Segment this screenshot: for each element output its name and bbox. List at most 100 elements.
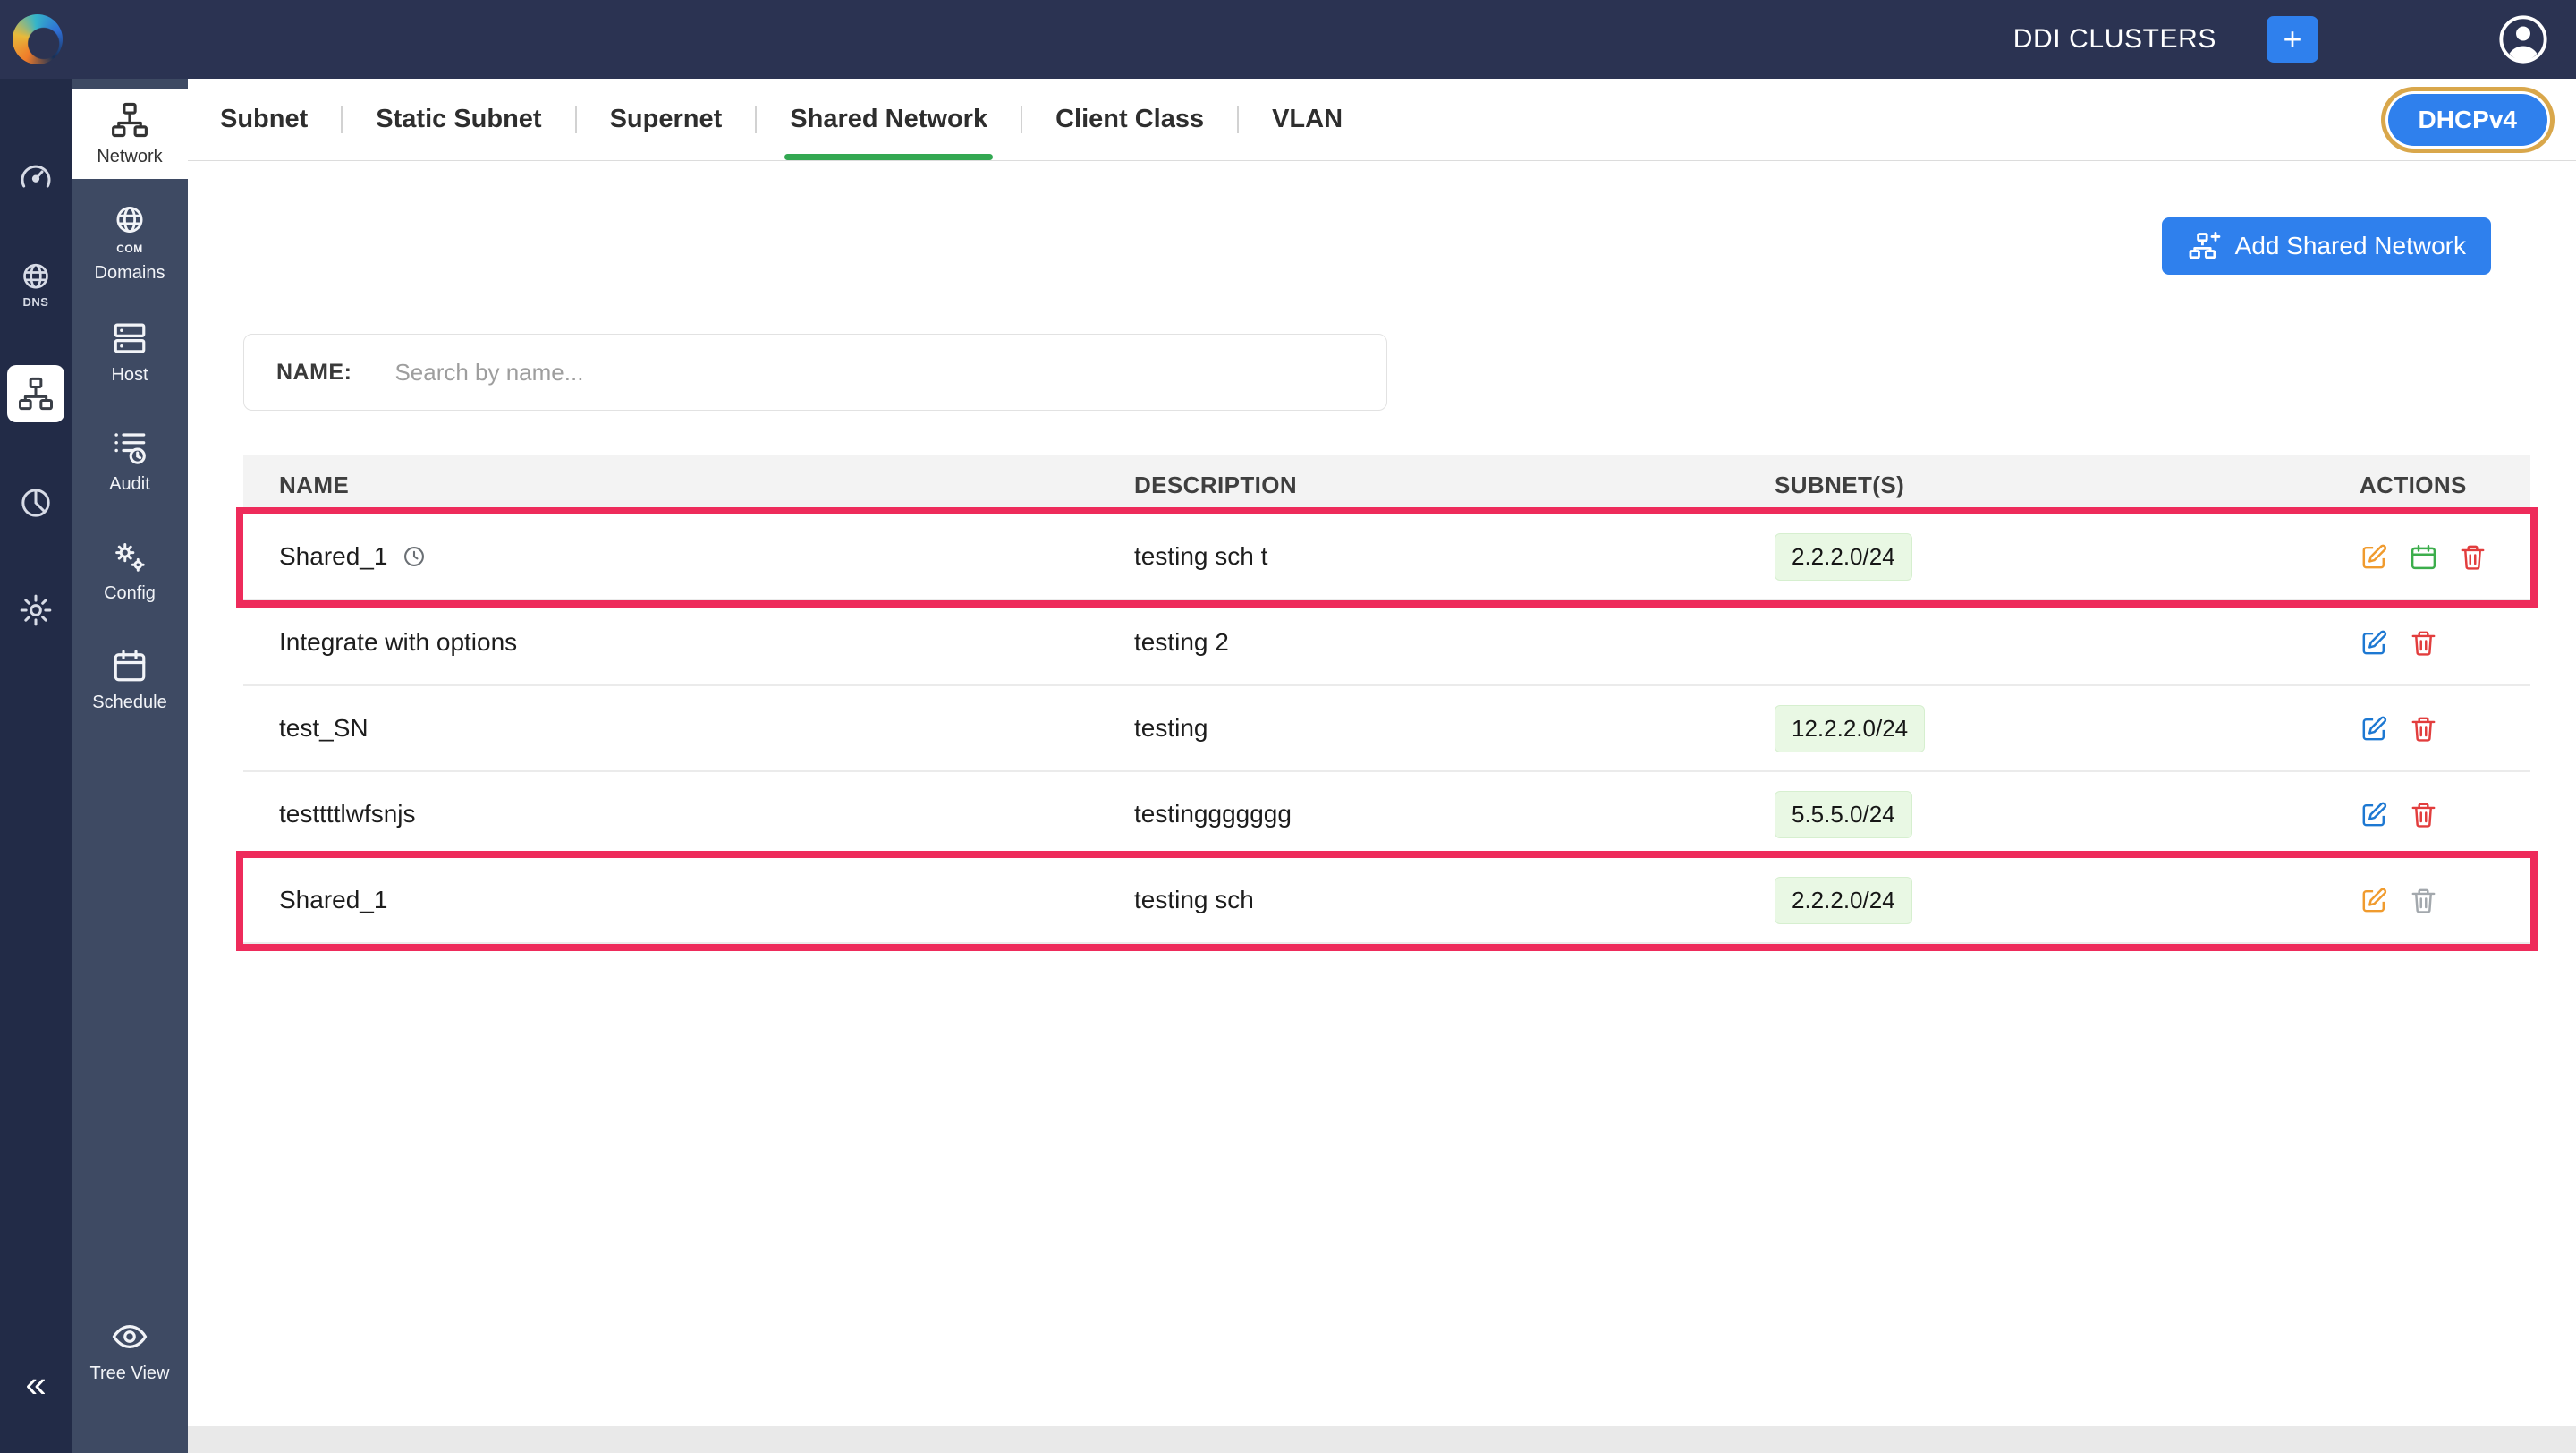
table-row[interactable]: Shared_1 testing sch 2.2.2.0/24 (243, 858, 2530, 944)
tab-divider (755, 106, 757, 133)
delete-icon[interactable] (2458, 542, 2487, 572)
add-shared-network-button[interactable]: Add Shared Network (2162, 217, 2491, 275)
name-filter-label: NAME: (276, 360, 352, 386)
admin-settings-icon[interactable] (9, 583, 63, 637)
add-shared-network-label: Add Shared Network (2235, 232, 2466, 260)
tab-subnet[interactable]: Subnet (220, 79, 308, 160)
header-name[interactable]: NAME (243, 472, 1134, 499)
calendar-icon[interactable] (2409, 542, 2438, 572)
tab-label: Subnet (220, 105, 308, 134)
tab-client-class[interactable]: Client Class (1055, 79, 1204, 160)
edit-icon[interactable] (2360, 542, 2389, 572)
dns-globe-icon[interactable]: DNS (9, 258, 63, 311)
header-subnets[interactable]: SUBNET(S) (1775, 472, 2360, 499)
tab-label: Client Class (1055, 105, 1204, 134)
tab-divider (1021, 106, 1022, 133)
delete-icon[interactable] (2409, 628, 2438, 658)
tab-divider (341, 106, 343, 133)
row-name: Integrate with options (279, 628, 517, 657)
row-name: Shared_1 (279, 886, 387, 914)
tabbar: Subnet Static Subnet Supernet Shared Net… (188, 79, 2576, 161)
row-name: test_SN (279, 714, 369, 743)
tab-vlan[interactable]: VLAN (1272, 79, 1343, 160)
globe-icon (111, 204, 148, 242)
edit-icon[interactable] (2360, 714, 2389, 743)
sidebar-item-label: Tree View (90, 1364, 170, 1384)
table-row[interactable]: Integrate with options testing 2 (243, 600, 2530, 686)
subnet-badge[interactable]: 2.2.2.0/24 (1775, 877, 1912, 924)
sidebar-item-label: Domains (95, 263, 165, 284)
dns-caption: DNS (23, 295, 49, 309)
table-row[interactable]: test_SN testing 12.2.2.0/24 (243, 686, 2530, 772)
collapse-sidebar-button[interactable]: « (25, 1365, 46, 1403)
module-rail: DNS « (0, 79, 72, 1453)
main-area: Subnet Static Subnet Supernet Shared Net… (188, 79, 2576, 1453)
sidebar-item-domains[interactable]: COM Domains (72, 199, 188, 288)
sidebar-item-audit[interactable]: Audit (72, 417, 188, 506)
tab-static-subnet[interactable]: Static Subnet (376, 79, 541, 160)
table-row[interactable]: Shared_1 testing sch t 2.2.2.0/24 (243, 514, 2530, 600)
row-name: Shared_1 (279, 542, 387, 571)
sidebar-item-host[interactable]: Host (72, 308, 188, 397)
network-sidebar: Network COM Domains Host (72, 79, 188, 1453)
delete-icon[interactable] (2409, 886, 2438, 915)
delete-icon[interactable] (2409, 800, 2438, 829)
sidebar-item-tree-view[interactable]: Tree View (72, 1306, 188, 1396)
tab-divider (1237, 106, 1239, 133)
subnet-badge[interactable]: 5.5.5.0/24 (1775, 791, 1912, 838)
name-filter: NAME: (243, 334, 1387, 411)
sidebar-item-label: Schedule (92, 693, 166, 713)
sitemap-icon (111, 101, 148, 139)
topbar-right: DDI CLUSTERS + (2013, 13, 2576, 65)
row-description: testing 2 (1134, 628, 1775, 657)
delete-icon[interactable] (2409, 714, 2438, 743)
tab-label: Supernet (610, 105, 723, 134)
tab-label: VLAN (1272, 105, 1343, 134)
add-network-icon (2187, 229, 2221, 263)
tab-label: Static Subnet (376, 105, 541, 134)
table-row[interactable]: testtttlwfsnjs testinggggggg 5.5.5.0/24 (243, 772, 2530, 858)
sidebar-item-schedule[interactable]: Schedule (72, 635, 188, 725)
sidebar-item-label: Network (97, 147, 162, 167)
header-actions: ACTIONS (2360, 472, 2530, 499)
edit-icon[interactable] (2360, 886, 2389, 915)
edit-icon[interactable] (2360, 628, 2389, 658)
table-header: NAME DESCRIPTION SUBNET(S) ACTIONS (243, 455, 2530, 514)
row-description: testinggggggg (1134, 800, 1775, 828)
topbar: DDI CLUSTERS + (0, 0, 2576, 79)
sidebar-item-label: Host (111, 365, 148, 386)
subnet-badge[interactable]: 12.2.2.0/24 (1775, 705, 1925, 752)
row-name: testtttlwfsnjs (279, 800, 415, 828)
calendar-icon (111, 647, 148, 684)
network-module-icon[interactable] (7, 365, 64, 422)
cluster-title: DDI CLUSTERS (2013, 24, 2216, 55)
tab-label: Shared Network (790, 105, 987, 134)
search-input[interactable] (394, 359, 1354, 387)
row-description: testing sch t (1134, 542, 1775, 571)
reports-icon[interactable] (9, 476, 63, 530)
tab-shared-network[interactable]: Shared Network (790, 79, 987, 160)
com-caption: COM (116, 242, 143, 255)
server-icon (111, 319, 148, 357)
row-description: testing sch (1134, 886, 1775, 914)
tab-divider (575, 106, 577, 133)
tab-supernet[interactable]: Supernet (610, 79, 723, 160)
sidebar-item-network[interactable]: Network (72, 89, 188, 179)
gears-icon (111, 538, 148, 575)
shared-network-content: Add Shared Network NAME: NAME DESCRIPTIO… (188, 161, 2576, 1426)
sidebar-item-label: Audit (109, 474, 150, 495)
audit-log-icon (111, 429, 148, 466)
dashboard-gauge-icon[interactable] (9, 150, 63, 204)
user-avatar-icon[interactable] (2497, 13, 2549, 65)
sidebar-item-config[interactable]: Config (72, 526, 188, 616)
edit-icon[interactable] (2360, 800, 2389, 829)
add-cluster-button[interactable]: + (2267, 16, 2318, 63)
header-description[interactable]: DESCRIPTION (1134, 472, 1775, 499)
app-logo[interactable] (13, 14, 63, 64)
shared-network-table: NAME DESCRIPTION SUBNET(S) ACTIONS Share… (243, 455, 2530, 944)
subnet-badge[interactable]: 2.2.2.0/24 (1775, 533, 1912, 581)
dhcpv4-badge[interactable]: DHCPv4 (2388, 94, 2547, 146)
schedule-clock-icon (402, 544, 427, 569)
eye-icon (111, 1318, 148, 1355)
row-description: testing (1134, 714, 1775, 743)
